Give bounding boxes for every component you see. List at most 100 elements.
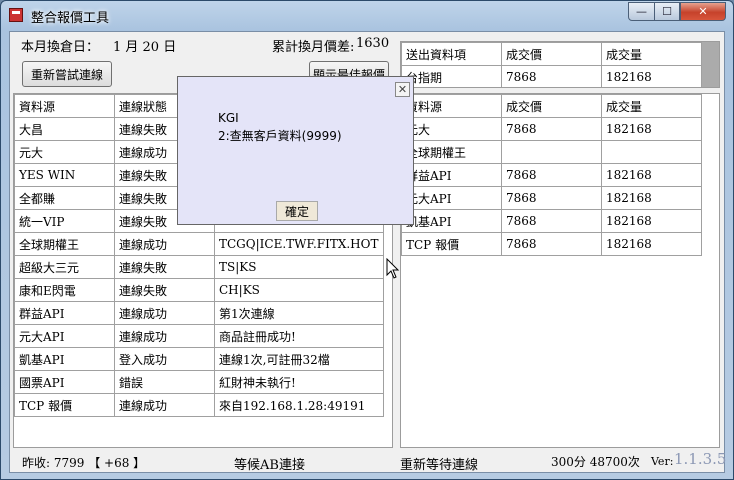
- table-cell[interactable]: 連線成功: [114, 393, 215, 417]
- settlement-label: 本月換倉日：: [21, 40, 100, 55]
- cum-diff-value: 1630: [356, 36, 390, 51]
- table-row[interactable]: 全球期權王: [401, 140, 702, 164]
- table-cell[interactable]: 元大API: [401, 186, 502, 210]
- table-cell[interactable]: 全球期權王: [401, 140, 502, 164]
- output-grid[interactable]: 送出資料項 成交價 成交量 台指期 7868 182168: [400, 41, 720, 88]
- table-row[interactable]: 台指期 7868 182168: [401, 65, 702, 87]
- minimize-button[interactable]: —: [628, 2, 655, 21]
- message-dialog: ✕ KGI 2:查無客戶資料(9999) 確定: [177, 76, 414, 225]
- dialog-message-body: 2:查無客戶資料(9999): [218, 129, 342, 143]
- table-cell[interactable]: 康和E閃電: [14, 278, 115, 302]
- table-cell[interactable]: 連線失敗: [114, 255, 215, 279]
- ab-wait-text: 等候AB連接: [234, 458, 305, 473]
- table-cell[interactable]: 連線成功: [114, 324, 215, 348]
- table-cell[interactable]: 超級大三元: [14, 255, 115, 279]
- table-cell[interactable]: 182168: [601, 232, 702, 256]
- table-cell[interactable]: 紅財神未執行!: [214, 370, 384, 394]
- table-cell[interactable]: TCGQ|ICE.TWF.FITX.HOT: [214, 232, 384, 256]
- table-cell[interactable]: 7868: [501, 163, 602, 187]
- prev-close-text: 昨收: 7799 【 +68 】: [22, 456, 146, 470]
- table-cell[interactable]: 錯誤: [114, 370, 215, 394]
- table-cell[interactable]: 大昌: [14, 117, 115, 141]
- table-cell[interactable]: 來自192.168.1.28:49191: [214, 393, 384, 417]
- column-header[interactable]: 送出資料項: [401, 42, 502, 66]
- mouse-cursor-icon: [386, 258, 400, 279]
- table-cell[interactable]: 全球期權王: [14, 232, 115, 256]
- window-title: 整合報價工具: [31, 11, 110, 26]
- dialog-message-title: KGI: [218, 111, 239, 125]
- retry-connect-button[interactable]: 重新嘗試連線: [22, 61, 112, 87]
- table-cell[interactable]: 182168: [601, 117, 702, 141]
- table-cell[interactable]: 182168: [601, 163, 702, 187]
- table-cell[interactable]: 元大API: [14, 324, 115, 348]
- table-cell[interactable]: 群益API: [14, 301, 115, 325]
- table-row[interactable]: 群益API 7868 182168: [401, 163, 702, 187]
- column-header[interactable]: 成交量: [601, 42, 702, 66]
- header-row: 資料源 成交價 成交量: [401, 94, 702, 118]
- dialog-close-icon[interactable]: ✕: [395, 82, 410, 97]
- reconnect-text: 重新等待連線: [400, 458, 479, 473]
- table-cell[interactable]: [601, 140, 702, 164]
- table-cell[interactable]: 7868: [501, 117, 602, 141]
- table-cell[interactable]: 凱基API: [401, 209, 502, 233]
- table-cell[interactable]: 連線成功: [114, 232, 215, 256]
- main-window: 整合報價工具 — ☐ ✕ 本月換倉日： 1 月 20 日 累計換月價差: 163…: [0, 0, 734, 480]
- table-row[interactable]: 全球期權王 連線成功 TCGQ|ICE.TWF.FITX.HOT: [14, 232, 384, 256]
- table-cell[interactable]: 凱基API: [14, 347, 115, 371]
- table-cell[interactable]: TCP 報價: [401, 232, 502, 256]
- table-cell[interactable]: YES WIN: [14, 163, 115, 187]
- table-row[interactable]: 康和E閃電 連線失敗 CH|KS: [14, 278, 384, 302]
- table-cell[interactable]: [501, 140, 602, 164]
- table-cell[interactable]: 182168: [601, 186, 702, 210]
- table-cell[interactable]: 182168: [601, 209, 702, 233]
- source-price-grid[interactable]: 資料源 成交價 成交量 元大 7868 182168 全球期權王 群益API 7868 1821…: [400, 93, 720, 448]
- table-cell[interactable]: 商品註冊成功!: [214, 324, 384, 348]
- table-cell[interactable]: 7868: [501, 232, 602, 256]
- table-row[interactable]: TCP 報價 7868 182168: [401, 232, 702, 256]
- dialog-ok-button[interactable]: 確定: [276, 201, 318, 221]
- table-cell[interactable]: 元大: [14, 140, 115, 164]
- table-cell[interactable]: 統一VIP: [14, 209, 115, 233]
- table-row[interactable]: 超級大三元 連線失敗 TS|KS: [14, 255, 384, 279]
- table-row[interactable]: 群益API 連線成功 第1次連線: [14, 301, 384, 325]
- app-icon: [9, 8, 23, 22]
- maximize-button[interactable]: ☐: [654, 2, 680, 21]
- cum-diff-label: 累計換月價差:: [272, 40, 355, 55]
- column-header[interactable]: 成交量: [601, 94, 702, 118]
- version-label: Ver:: [651, 455, 674, 468]
- column-header[interactable]: 資料源: [14, 94, 115, 118]
- table-row[interactable]: 凱基API 7868 182168: [401, 209, 702, 233]
- table-cell[interactable]: 連線1次,可註冊32檔: [214, 347, 384, 371]
- count-text: 300分 48700次: [551, 455, 640, 469]
- table-row[interactable]: 元大API 7868 182168: [401, 186, 702, 210]
- version-value: 1.1.3.5: [674, 450, 727, 468]
- table-cell[interactable]: TS|KS: [214, 255, 384, 279]
- table-cell[interactable]: 7868: [501, 186, 602, 210]
- table-row[interactable]: 國票API 錯誤 紅財神未執行!: [14, 370, 384, 394]
- table-cell[interactable]: 國票API: [14, 370, 115, 394]
- close-button[interactable]: ✕: [680, 2, 726, 21]
- table-cell[interactable]: TCP 報價: [14, 393, 115, 417]
- table-cell[interactable]: 連線成功: [114, 301, 215, 325]
- table-cell[interactable]: CH|KS: [214, 278, 384, 302]
- table-cell[interactable]: 登入成功: [114, 347, 215, 371]
- table-cell[interactable]: 182168: [601, 65, 702, 87]
- table-cell[interactable]: 元大: [401, 117, 502, 141]
- settlement-date: 1 月 20 日: [113, 40, 177, 55]
- table-row[interactable]: 元大 7868 182168: [401, 117, 702, 141]
- table-row[interactable]: TCP 報價 連線成功 來自192.168.1.28:49191: [14, 393, 384, 417]
- column-header[interactable]: 成交價: [501, 42, 602, 66]
- table-cell[interactable]: 群益API: [401, 163, 502, 187]
- table-row[interactable]: 凱基API 登入成功 連線1次,可註冊32檔: [14, 347, 384, 371]
- table-cell[interactable]: 全都賺: [14, 186, 115, 210]
- table-cell[interactable]: 第1次連線: [214, 301, 384, 325]
- table-row[interactable]: 元大API 連線成功 商品註冊成功!: [14, 324, 384, 348]
- table-cell[interactable]: 7868: [501, 209, 602, 233]
- output-table: 送出資料項 成交價 成交量 台指期 7868 182168: [401, 42, 702, 87]
- table-cell[interactable]: 台指期: [401, 65, 502, 87]
- title-bar[interactable]: 整合報價工具 — ☐ ✕: [1, 1, 733, 31]
- table-cell[interactable]: 連線失敗: [114, 278, 215, 302]
- column-header[interactable]: 資料源: [401, 94, 502, 118]
- table-cell[interactable]: 7868: [501, 65, 602, 87]
- column-header[interactable]: 成交價: [501, 94, 602, 118]
